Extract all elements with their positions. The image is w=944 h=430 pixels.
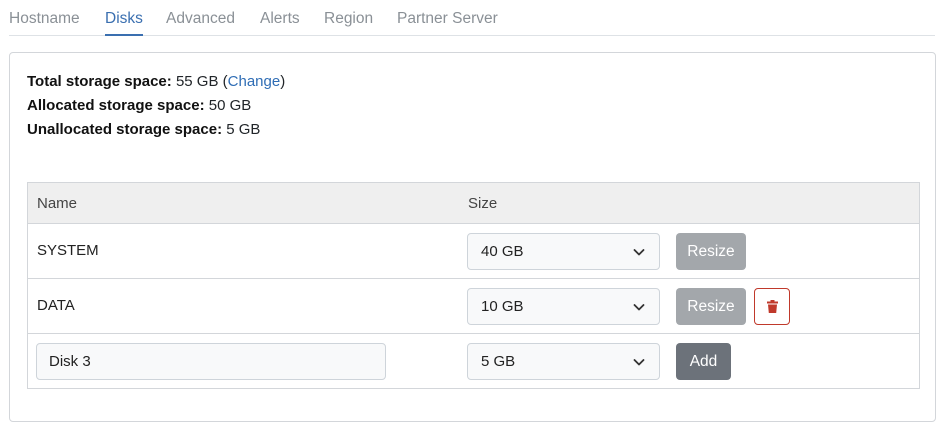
allocated-storage-label: Allocated storage space: <box>27 97 205 114</box>
add-disk-button[interactable]: Add <box>676 343 731 380</box>
table-row: SYSTEM 40 GB Resize <box>28 224 919 279</box>
tab-alerts[interactable]: Alerts <box>260 9 300 36</box>
resize-button[interactable]: Resize <box>676 288 746 325</box>
change-storage-link[interactable]: Change <box>228 73 281 90</box>
allocated-storage-value: 50 GB <box>208 97 252 114</box>
chevron-down-icon <box>633 249 645 256</box>
table-row-new-disk: 5 GB Add <box>28 334 919 389</box>
disk-size-select[interactable]: 10 GB <box>467 288 660 325</box>
new-disk-size-value: 5 GB <box>481 353 516 370</box>
chevron-down-icon <box>633 359 645 366</box>
disk-size-value: 10 GB <box>481 298 524 315</box>
unallocated-storage-value: 5 GB <box>226 121 261 138</box>
disks-panel: Total storage space: 55 GB (Change) Allo… <box>9 52 936 422</box>
tab-partner-server[interactable]: Partner Server <box>397 9 498 36</box>
tab-disks[interactable]: Disks <box>105 9 143 36</box>
settings-tabs: Hostname Disks Advanced Alerts Region Pa… <box>9 0 935 36</box>
unallocated-storage-label: Unallocated storage space: <box>27 121 223 138</box>
tab-advanced[interactable]: Advanced <box>166 9 235 36</box>
column-header-size: Size <box>468 195 498 212</box>
trash-icon <box>767 300 778 313</box>
table-row: DATA 10 GB Resize <box>28 279 919 334</box>
new-disk-size-select[interactable]: 5 GB <box>467 343 660 380</box>
delete-disk-button[interactable] <box>754 288 790 325</box>
resize-button[interactable]: Resize <box>676 233 746 270</box>
change-close-paren: ) <box>280 73 286 90</box>
unallocated-storage-line: Unallocated storage space: 5 GB <box>27 120 260 140</box>
table-header: Name Size <box>28 183 919 224</box>
total-storage-label: Total storage space: <box>27 73 172 90</box>
allocated-storage-line: Allocated storage space: 50 GB <box>27 96 251 116</box>
tab-region[interactable]: Region <box>324 9 373 36</box>
disks-table: Name Size SYSTEM 40 GB Resize DATA 10 GB <box>27 182 920 389</box>
disk-size-select[interactable]: 40 GB <box>467 233 660 270</box>
column-header-name: Name <box>37 195 78 212</box>
new-disk-name-input[interactable] <box>36 343 386 380</box>
chevron-down-icon <box>633 304 645 311</box>
disk-name: SYSTEM <box>37 242 99 259</box>
total-storage-value: 55 GB <box>175 73 219 90</box>
tab-hostname[interactable]: Hostname <box>9 9 80 36</box>
disk-size-value: 40 GB <box>481 243 524 260</box>
total-storage-line: Total storage space: 55 GB (Change) <box>27 72 285 92</box>
disk-name: DATA <box>37 297 75 314</box>
